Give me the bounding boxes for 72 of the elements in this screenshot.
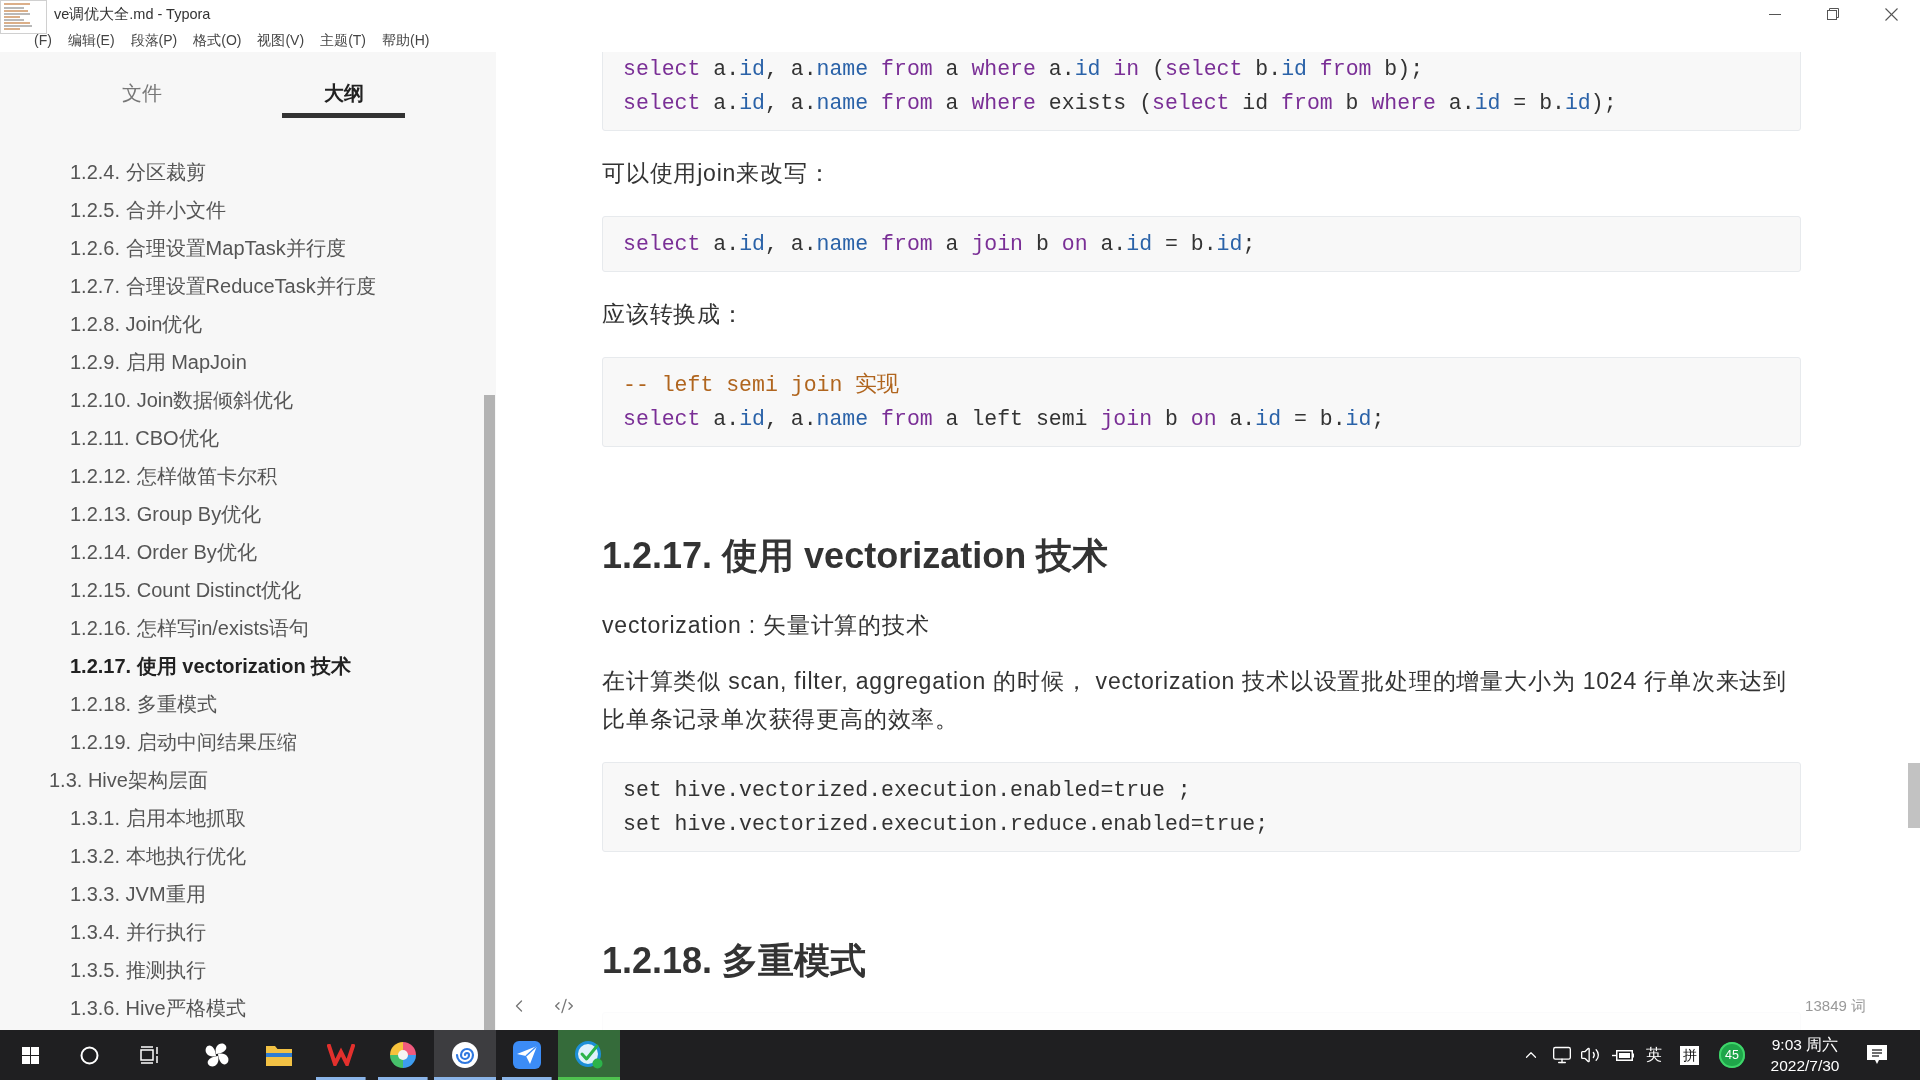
spiral-circle-icon — [451, 1041, 479, 1069]
outline-item[interactable]: 1.2.13. Group By优化 — [70, 501, 262, 527]
code-line: select a.id, a.name from a join b on a.id = b.id; — [623, 231, 1257, 258]
menu-item[interactable]: 编辑(E) — [67, 31, 115, 49]
clock-date[interactable]: 2022/7/30 — [1770, 1056, 1840, 1075]
clock-time[interactable]: 9:03 周六 — [1771, 1035, 1839, 1054]
taskbar-button[interactable] — [434, 1030, 496, 1080]
monitor-icon[interactable] — [1552, 1045, 1572, 1065]
battery-icon[interactable] — [1612, 1049, 1634, 1061]
outline-item[interactable]: 1.3.6. Hive严格模式 — [70, 995, 246, 1021]
code-icon — [554, 996, 574, 1016]
scrollbar-thumb[interactable] — [484, 395, 495, 1030]
menu-item[interactable]: 格式(O) — [193, 31, 242, 49]
scrollbar-thumb[interactable] — [1908, 763, 1920, 828]
notification-icon[interactable] — [1867, 1045, 1887, 1065]
code-line: select a.id, a.name from a left semi join b on a.id = b.id; — [623, 406, 1386, 433]
outline-item[interactable]: 1.2.6. 合理设置MapTask并行度 — [70, 235, 346, 261]
outline-item[interactable]: 1.2.9. 启用 MapJoin — [70, 349, 247, 375]
outline-item[interactable]: 1.2.18. 多重模式 — [70, 691, 217, 717]
outline-item[interactable]: 1.2.8. Join优化 — [70, 311, 203, 337]
outline-item[interactable]: 1.3.4. 并行执行 — [70, 919, 206, 945]
folder-icon — [265, 1043, 293, 1067]
outline-item[interactable]: 1.3.5. 推测执行 — [70, 957, 206, 983]
outline-item[interactable]: 1.2.14. Order By优化 — [70, 539, 257, 565]
language-indicator[interactable]: 英 — [1646, 1046, 1662, 1064]
menu-item[interactable]: 主题(T) — [320, 31, 366, 49]
code-line: set hive.vectorized.execution.reduce.enabled=true; — [623, 811, 1270, 838]
menu-item[interactable]: 视图(V) — [257, 31, 305, 49]
zigzag-logo-icon — [327, 1044, 355, 1066]
word-count: 13849 词 — [1805, 996, 1866, 1016]
window-title: ve调优大全.md - Typora — [54, 4, 211, 24]
sidebar-tab[interactable]: 文件 — [80, 52, 203, 118]
outline-item[interactable]: 1.2.11. CBO优化 — [70, 425, 219, 451]
paper-plane-tile-icon — [513, 1041, 541, 1069]
outline-item[interactable]: 1.2.7. 合理设置ReduceTask并行度 — [70, 273, 376, 299]
code-line: -- left semi join 实现 — [623, 371, 901, 399]
outline-item[interactable]: 1.2.4. 分区裁剪 — [70, 159, 206, 185]
menu-item[interactable]: (F) — [34, 31, 52, 49]
pinwheel-icon — [203, 1041, 231, 1069]
color-wheel-icon — [389, 1041, 417, 1069]
outline-item[interactable]: 1.3.2. 本地执行优化 — [70, 843, 246, 869]
check-circle-icon — [575, 1041, 603, 1069]
outline-item[interactable]: 1.2.15. Count Distinct优化 — [70, 577, 302, 603]
outline-item[interactable]: 1.2.17. 使用 vectorization 技术 — [70, 653, 352, 679]
section-heading: 1.2.18. 多重模式 — [602, 939, 868, 983]
outline-item[interactable]: 1.2.5. 合并小文件 — [70, 197, 226, 223]
paragraph: 在计算类似 scan, filter, aggregation 的时候， vectorization 技术以设置批处理的增量大小为 1024 行单次来达到比单条记录单次获得更高的效率。 — [602, 667, 1789, 734]
start-icon — [21, 1046, 39, 1064]
code-line: set hive.vectorized.execution.enabled=true ; — [623, 777, 1192, 804]
close-icon — [1884, 7, 1898, 21]
menu-item[interactable]: 帮助(H) — [382, 31, 430, 49]
outline-item[interactable]: 1.3. Hive架构层面 — [49, 767, 208, 793]
section-heading: 1.2.17. 使用 vectorization 技术 — [602, 534, 1110, 578]
code-line: select a.id, a.name from a where exists (select id from b where a.id = b.id); — [623, 90, 1618, 117]
speaker-icon[interactable] — [1580, 1045, 1600, 1065]
outline-item[interactable]: 1.3.1. 启用本地抓取 — [70, 805, 246, 831]
ring-icon — [79, 1045, 99, 1065]
outline-item[interactable]: 1.2.12. 怎样做笛卡尔积 — [70, 463, 277, 489]
sidebar-tab[interactable]: 大纲 — [282, 52, 405, 118]
paragraph: 可以使用join来改写： — [602, 159, 833, 188]
paragraph: 应该转换成： — [602, 300, 746, 329]
outline-item[interactable]: 1.2.10. Join数据倾斜优化 — [70, 387, 294, 413]
menu-item[interactable]: 段落(P) — [130, 31, 178, 49]
restore-icon — [1827, 8, 1839, 20]
input-mode-indicator[interactable]: 拼 — [1680, 1045, 1699, 1065]
minimize-icon — [1769, 13, 1781, 15]
outline-item[interactable]: 1.3.3. JVM重用 — [70, 881, 206, 907]
outline-item[interactable]: 1.2.16. 怎样写in/exists语句 — [70, 615, 309, 641]
task-view-icon — [139, 1046, 159, 1064]
paragraph: vectorization : 矢量计算的技术 — [602, 611, 931, 640]
outline-item[interactable]: 1.2.19. 启动中间结果压缩 — [70, 729, 297, 755]
code-line: select a.id, a.name from a where a.id in (select b.id from b); — [623, 56, 1425, 83]
